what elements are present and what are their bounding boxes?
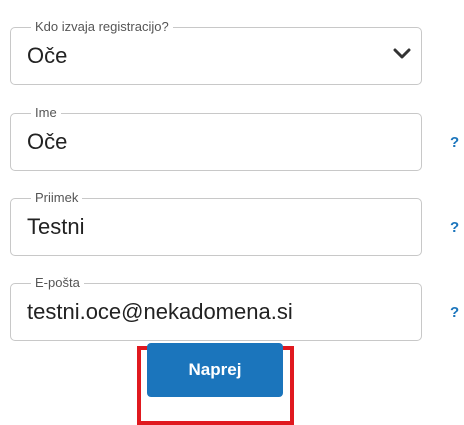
registration-form: Kdo izvaja registracijo? Oče Ime Oče ? P… [0, 0, 464, 425]
last-name-label: Priimek [31, 190, 83, 206]
email-help-icon[interactable]: ? [450, 304, 459, 322]
last-name-field[interactable]: Priimek Testni [10, 190, 422, 256]
last-name-value: Testni [27, 214, 85, 239]
first-name-field[interactable]: Ime Oče [10, 105, 422, 171]
email-value: testni.oce@nekadomena.si [27, 299, 293, 324]
last-name-help-icon[interactable]: ? [450, 219, 459, 237]
email-field[interactable]: E-pošta testni.oce@nekadomena.si [10, 275, 422, 341]
chevron-down-icon[interactable] [393, 47, 411, 61]
next-button[interactable]: Naprej [147, 343, 283, 397]
email-label: E-pošta [31, 275, 84, 291]
who-registers-label: Kdo izvaja registracijo? [31, 19, 173, 35]
who-registers-value: Oče [27, 43, 68, 68]
first-name-help-icon[interactable]: ? [450, 134, 459, 152]
first-name-value: Oče [27, 129, 68, 154]
first-name-label: Ime [31, 105, 61, 121]
who-registers-select[interactable]: Kdo izvaja registracijo? Oče [10, 19, 422, 85]
